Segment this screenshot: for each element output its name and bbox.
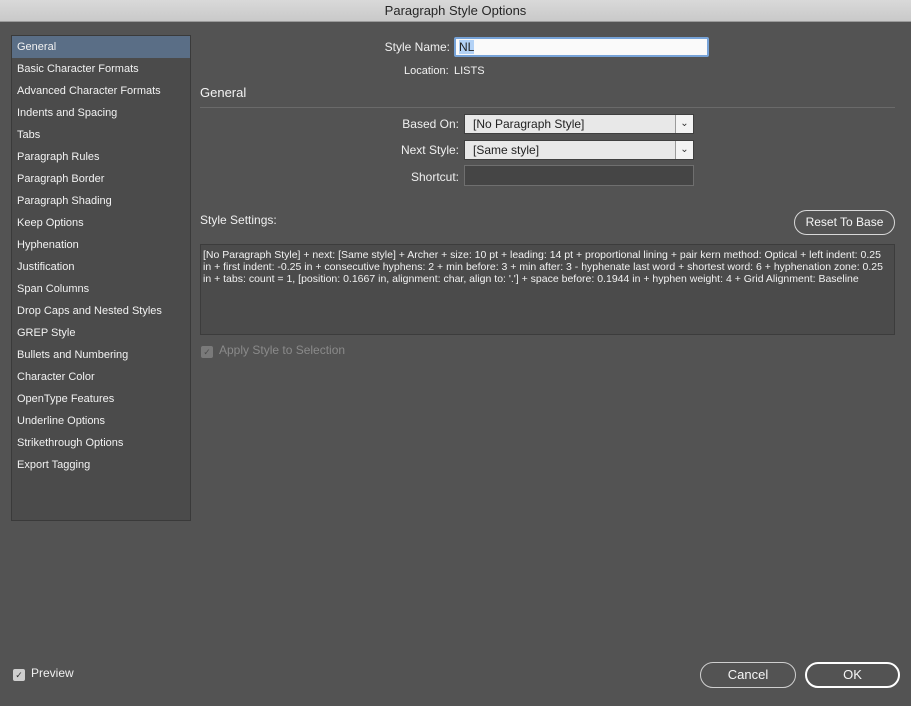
- style-name-value: NL: [459, 40, 475, 54]
- based-on-select[interactable]: [No Paragraph Style] ⌄: [464, 114, 694, 134]
- ok-button[interactable]: OK: [805, 662, 900, 688]
- sidebar-item-bullets-and-numbering[interactable]: Bullets and Numbering: [12, 344, 190, 366]
- sidebar-item-character-color[interactable]: Character Color: [12, 366, 190, 388]
- sidebar-item-tabs[interactable]: Tabs: [12, 124, 190, 146]
- style-settings-label: Style Settings:: [200, 213, 277, 227]
- shortcut-input[interactable]: [464, 165, 694, 186]
- sidebar-item-justification[interactable]: Justification: [12, 256, 190, 278]
- sidebar-item-strikethrough-options[interactable]: Strikethrough Options: [12, 432, 190, 454]
- checkmark-icon[interactable]: ✓: [13, 669, 25, 681]
- apply-style-checkbox-row[interactable]: ✓ Apply Style to Selection: [201, 343, 345, 358]
- next-style-select[interactable]: [Same style] ⌄: [464, 140, 694, 160]
- sidebar-item-opentype-features[interactable]: OpenType Features: [12, 388, 190, 410]
- sidebar-item-grep-style[interactable]: GREP Style: [12, 322, 190, 344]
- sidebar-item-paragraph-rules[interactable]: Paragraph Rules: [12, 146, 190, 168]
- based-on-label: Based On:: [402, 117, 459, 131]
- window-title: Paragraph Style Options: [0, 0, 911, 22]
- apply-style-label: Apply Style to Selection: [219, 343, 346, 357]
- sidebar-item-advanced-character-formats[interactable]: Advanced Character Formats: [12, 80, 190, 102]
- style-name-label: Style Name:: [384, 40, 450, 54]
- next-style-label: Next Style:: [400, 143, 459, 157]
- sidebar-item-export-tagging[interactable]: Export Tagging: [12, 454, 190, 476]
- shortcut-label: Shortcut:: [410, 170, 459, 184]
- sidebar-item-underline-options[interactable]: Underline Options: [12, 410, 190, 432]
- based-on-value: [No Paragraph Style]: [473, 117, 585, 131]
- style-settings-text: [No Paragraph Style] + next: [Same style…: [200, 244, 895, 335]
- sidebar-item-paragraph-shading[interactable]: Paragraph Shading: [12, 190, 190, 212]
- section-divider: [200, 107, 895, 108]
- checkmark-icon[interactable]: ✓: [201, 346, 213, 358]
- reset-to-base-button[interactable]: Reset To Base: [794, 210, 895, 235]
- location-label: Location:: [404, 65, 449, 77]
- preview-checkbox-row[interactable]: ✓ Preview: [13, 666, 74, 681]
- sidebar-item-drop-caps-and-nested-styles[interactable]: Drop Caps and Nested Styles: [12, 300, 190, 322]
- category-sidebar: General Basic Character Formats Advanced C…: [11, 35, 191, 521]
- sidebar-item-hyphenation[interactable]: Hyphenation: [12, 234, 190, 256]
- next-style-value: [Same style]: [473, 143, 540, 157]
- sidebar-item-indents-and-spacing[interactable]: Indents and Spacing: [12, 102, 190, 124]
- sidebar-item-general[interactable]: General: [12, 36, 190, 58]
- sidebar-item-span-columns[interactable]: Span Columns: [12, 278, 190, 300]
- sidebar-item-keep-options[interactable]: Keep Options: [12, 212, 190, 234]
- sidebar-item-paragraph-border[interactable]: Paragraph Border: [12, 168, 190, 190]
- preview-label: Preview: [31, 666, 74, 680]
- style-name-input[interactable]: NL: [454, 37, 709, 57]
- cancel-button[interactable]: Cancel: [700, 662, 796, 688]
- location-value: LISTS: [454, 65, 485, 77]
- section-title: General: [200, 85, 247, 100]
- sidebar-item-basic-character-formats[interactable]: Basic Character Formats: [12, 58, 190, 80]
- chevron-down-icon[interactable]: ⌄: [675, 115, 693, 133]
- chevron-down-icon[interactable]: ⌄: [675, 141, 693, 159]
